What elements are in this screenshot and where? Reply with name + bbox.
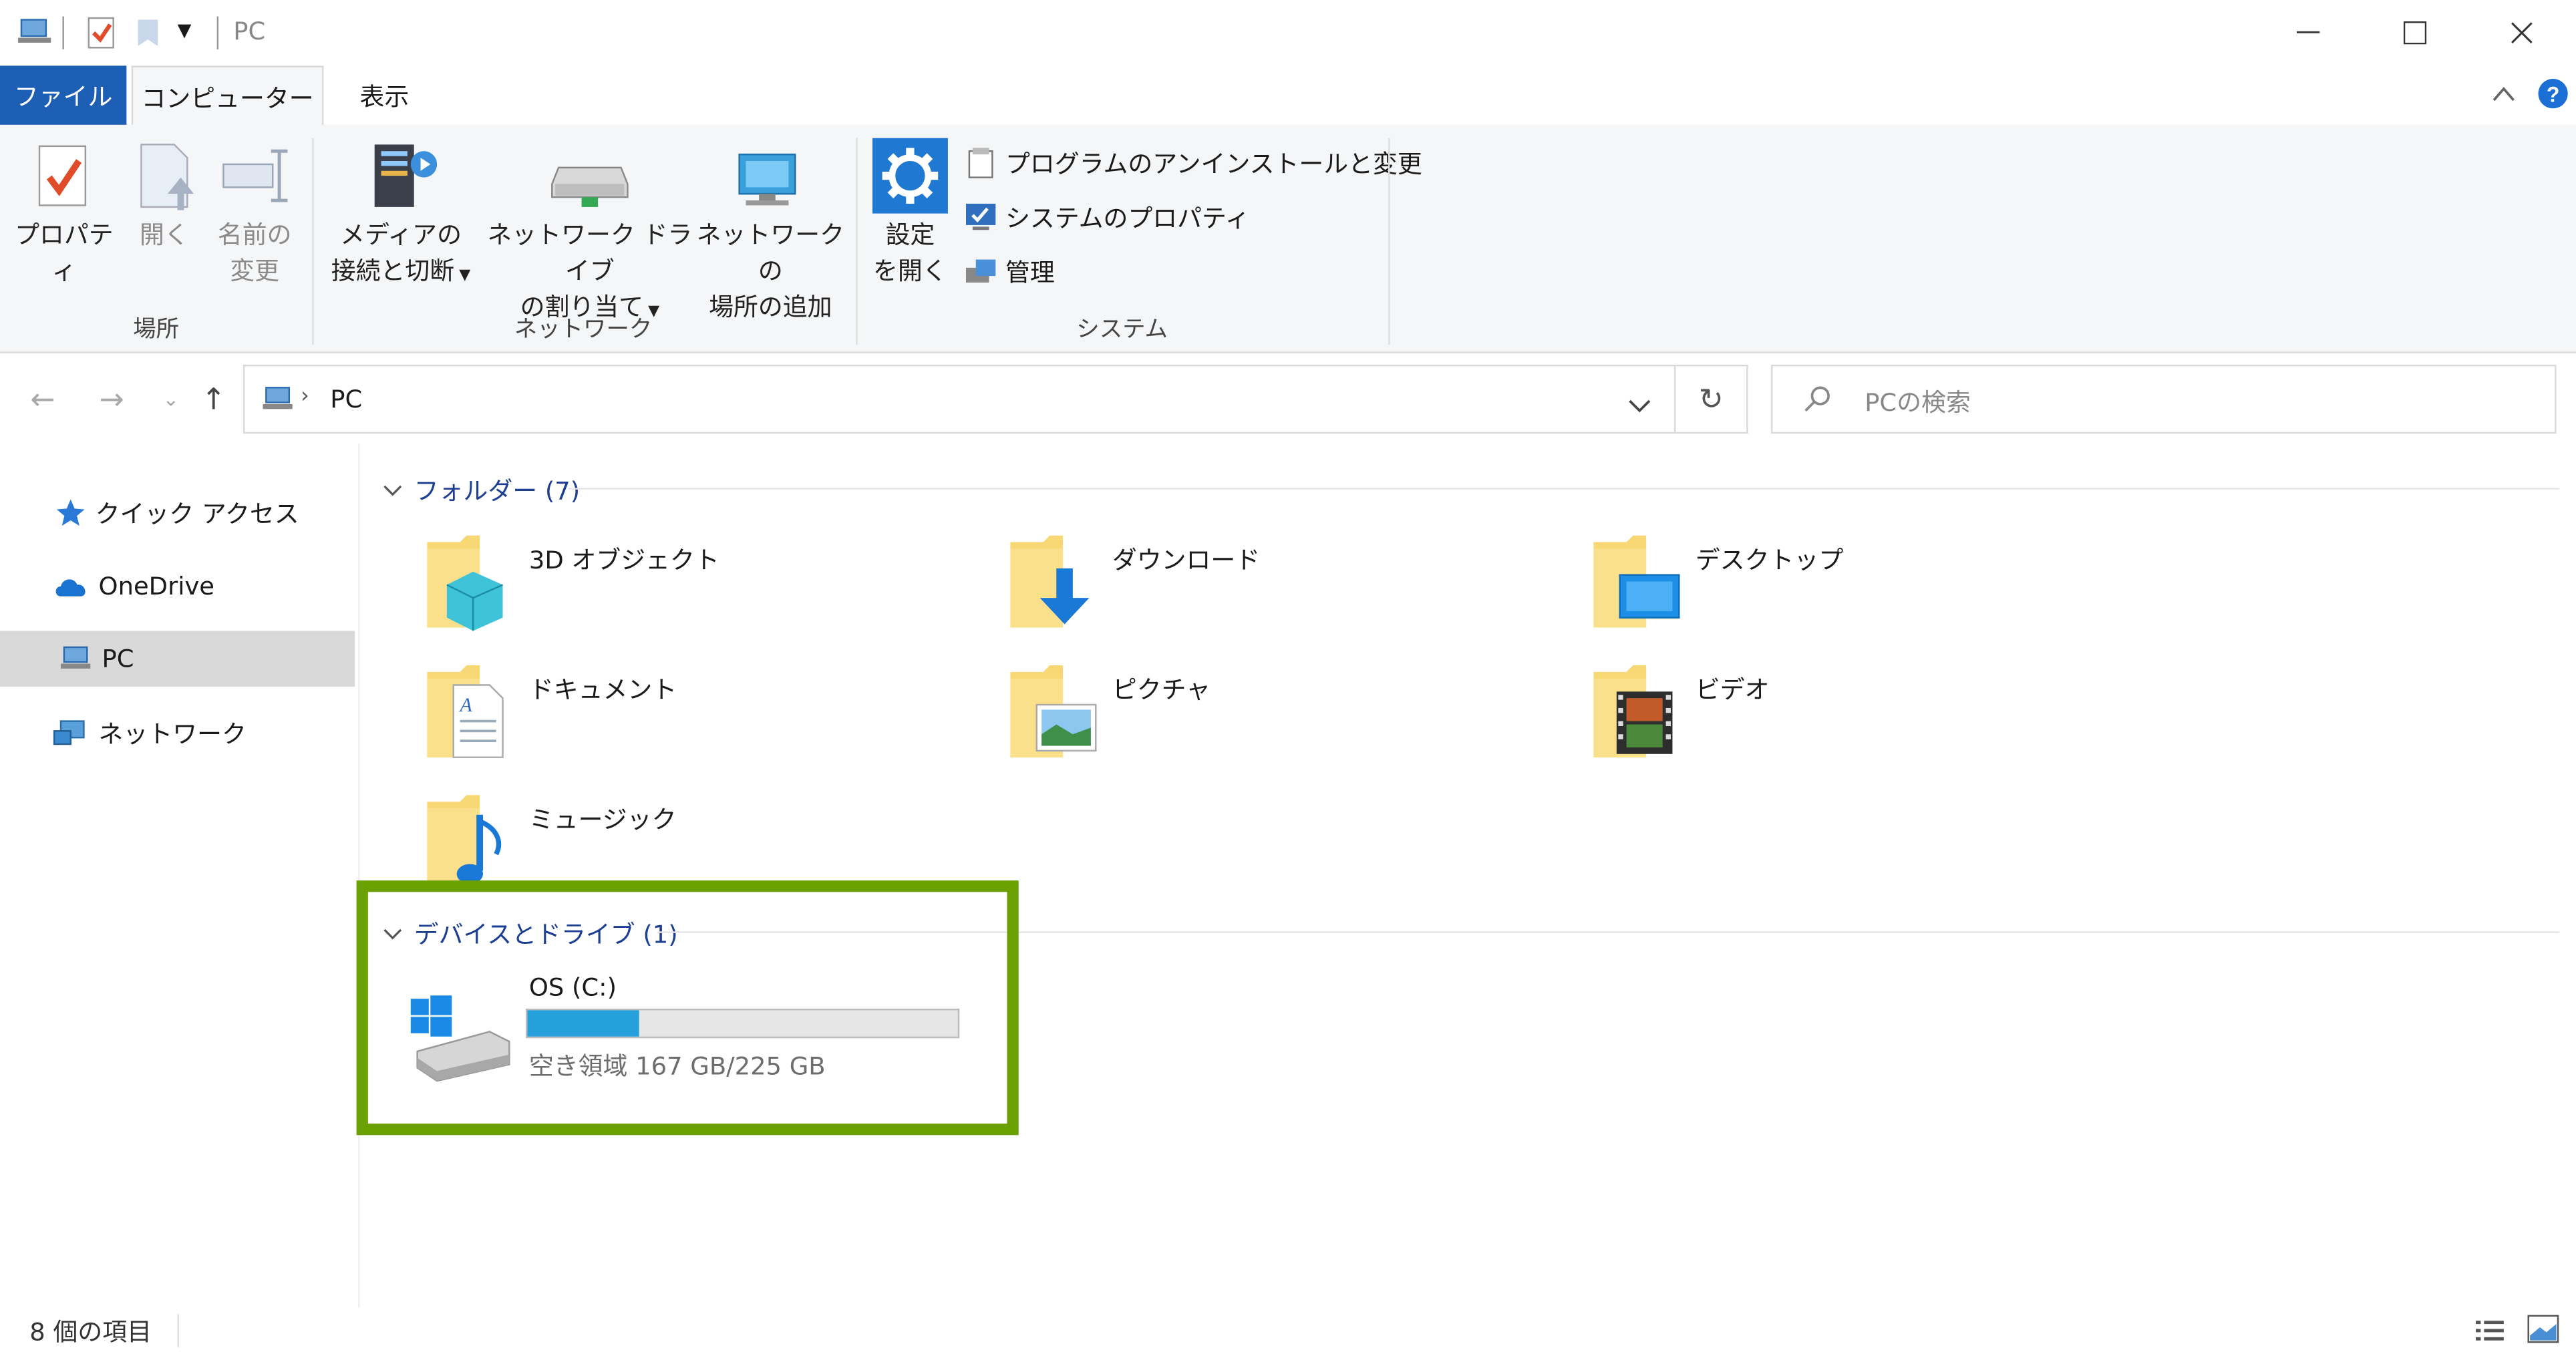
collapse-ribbon-icon[interactable] <box>2490 79 2517 110</box>
properties-button[interactable]: プロパティ <box>7 217 122 289</box>
uninstall-program-button[interactable]: プログラムのアンインストールと変更 <box>963 144 1422 180</box>
uninstall-icon <box>968 148 993 178</box>
group-system-label: システム <box>1076 317 1168 343</box>
chevron-down-icon <box>383 484 402 496</box>
address-path: PC <box>330 384 363 414</box>
folder-name[interactable]: ミュージック <box>529 802 677 836</box>
up-arrow-icon[interactable]: ↑ <box>190 375 236 424</box>
manage-button[interactable]: 管理 <box>963 253 1055 289</box>
open-settings-button[interactable]: 設定 を開く <box>867 217 953 289</box>
breadcrumb-chevron-icon[interactable]: › <box>301 384 309 409</box>
close-button[interactable] <box>2468 0 2576 65</box>
folder-desktop-icon[interactable] <box>1591 532 1680 628</box>
pc-icon <box>261 384 294 420</box>
help-icon[interactable]: ? <box>2537 77 2569 117</box>
maximize-button[interactable] <box>2361 0 2469 65</box>
large-icons-view-icon[interactable] <box>2527 1314 2559 1350</box>
new-folder-quick-icon[interactable] <box>135 17 161 56</box>
nav-network[interactable]: ネットワーク <box>0 705 355 761</box>
search-box[interactable]: PCの検索 <box>1771 364 2557 434</box>
address-bar[interactable]: › PC <box>243 364 1676 434</box>
window-title: PC <box>233 16 266 46</box>
recent-locations-icon[interactable]: ⌄ <box>148 375 194 424</box>
forward-arrow-icon[interactable]: → <box>89 375 135 424</box>
tab-file[interactable]: ファイル <box>0 65 127 125</box>
title-bar: ▼ PC <box>0 0 2576 66</box>
folder-name[interactable]: ビデオ <box>1696 672 1770 707</box>
cloud-icon <box>55 579 86 597</box>
star-icon <box>56 499 85 526</box>
system-properties-button[interactable]: システムのプロパティ <box>963 199 1250 235</box>
rename-icon <box>220 144 293 213</box>
details-view-icon[interactable] <box>2474 1317 2507 1350</box>
media-connect-button[interactable]: メディアの 接続と切断 ▼ <box>322 217 480 295</box>
refresh-button[interactable]: ↻ <box>1675 364 1748 434</box>
rename-button[interactable]: 名前の 変更 <box>207 217 303 289</box>
folder-documents-icon[interactable]: A <box>424 662 509 758</box>
nav-pc[interactable]: PC <box>0 631 355 687</box>
tab-computer[interactable]: コンピューター <box>131 65 324 128</box>
manage-icon <box>966 259 996 283</box>
folder-videos-icon[interactable] <box>1591 662 1676 757</box>
folder-3d-objects-icon[interactable] <box>424 532 509 631</box>
nav-quick-access[interactable]: クイック アクセス <box>0 484 355 540</box>
folder-name[interactable]: ピクチャ <box>1112 672 1211 707</box>
dropdown-arrow-icon: ▼ <box>454 267 471 285</box>
properties-quick-icon[interactable] <box>86 15 118 57</box>
folders-section-header[interactable]: フォルダー (7) <box>381 473 580 508</box>
folder-name[interactable]: デスクトップ <box>1696 542 1843 577</box>
add-network-location-button[interactable]: ネットワークの 場所の追加 <box>697 217 844 325</box>
settings-gear-icon <box>872 138 948 220</box>
pc-icon <box>60 646 91 669</box>
search-icon <box>1802 384 1832 420</box>
group-network-label: ネットワーク <box>514 317 653 343</box>
folder-name[interactable]: ドキュメント <box>529 672 677 707</box>
back-arrow-icon[interactable]: ← <box>20 375 66 424</box>
folder-music-icon[interactable] <box>424 792 509 887</box>
refresh-icon: ↻ <box>1698 381 1724 417</box>
pc-icon <box>17 17 53 46</box>
nav-onedrive[interactable]: OneDrive <box>0 558 355 615</box>
properties-icon <box>36 141 92 216</box>
status-item-count: 8 個の項目 <box>29 1317 152 1347</box>
network-icon <box>53 720 85 745</box>
add-network-location-icon <box>733 144 805 216</box>
highlight-box <box>356 880 1019 1136</box>
minimize-button[interactable] <box>2254 0 2362 65</box>
tab-view[interactable]: 表示 <box>325 65 444 125</box>
open-icon <box>138 141 200 216</box>
folder-name[interactable]: 3D オブジェクト <box>529 542 719 577</box>
qat-dropdown-icon[interactable]: ▼ <box>178 20 192 41</box>
media-server-icon <box>365 138 444 220</box>
group-location-label: 場所 <box>133 317 180 343</box>
folder-downloads-icon[interactable] <box>1007 532 1092 628</box>
open-button[interactable]: 開く <box>128 217 200 253</box>
folder-name[interactable]: ダウンロード <box>1112 542 1260 577</box>
map-network-drive-icon <box>548 151 631 216</box>
svg-text:?: ? <box>2547 82 2560 106</box>
system-properties-icon <box>966 203 996 230</box>
svg-text:A: A <box>459 695 473 716</box>
search-input[interactable]: PCの検索 <box>1865 384 1971 419</box>
address-dropdown-icon[interactable] <box>1628 389 1651 421</box>
folder-pictures-icon[interactable] <box>1007 662 1097 757</box>
